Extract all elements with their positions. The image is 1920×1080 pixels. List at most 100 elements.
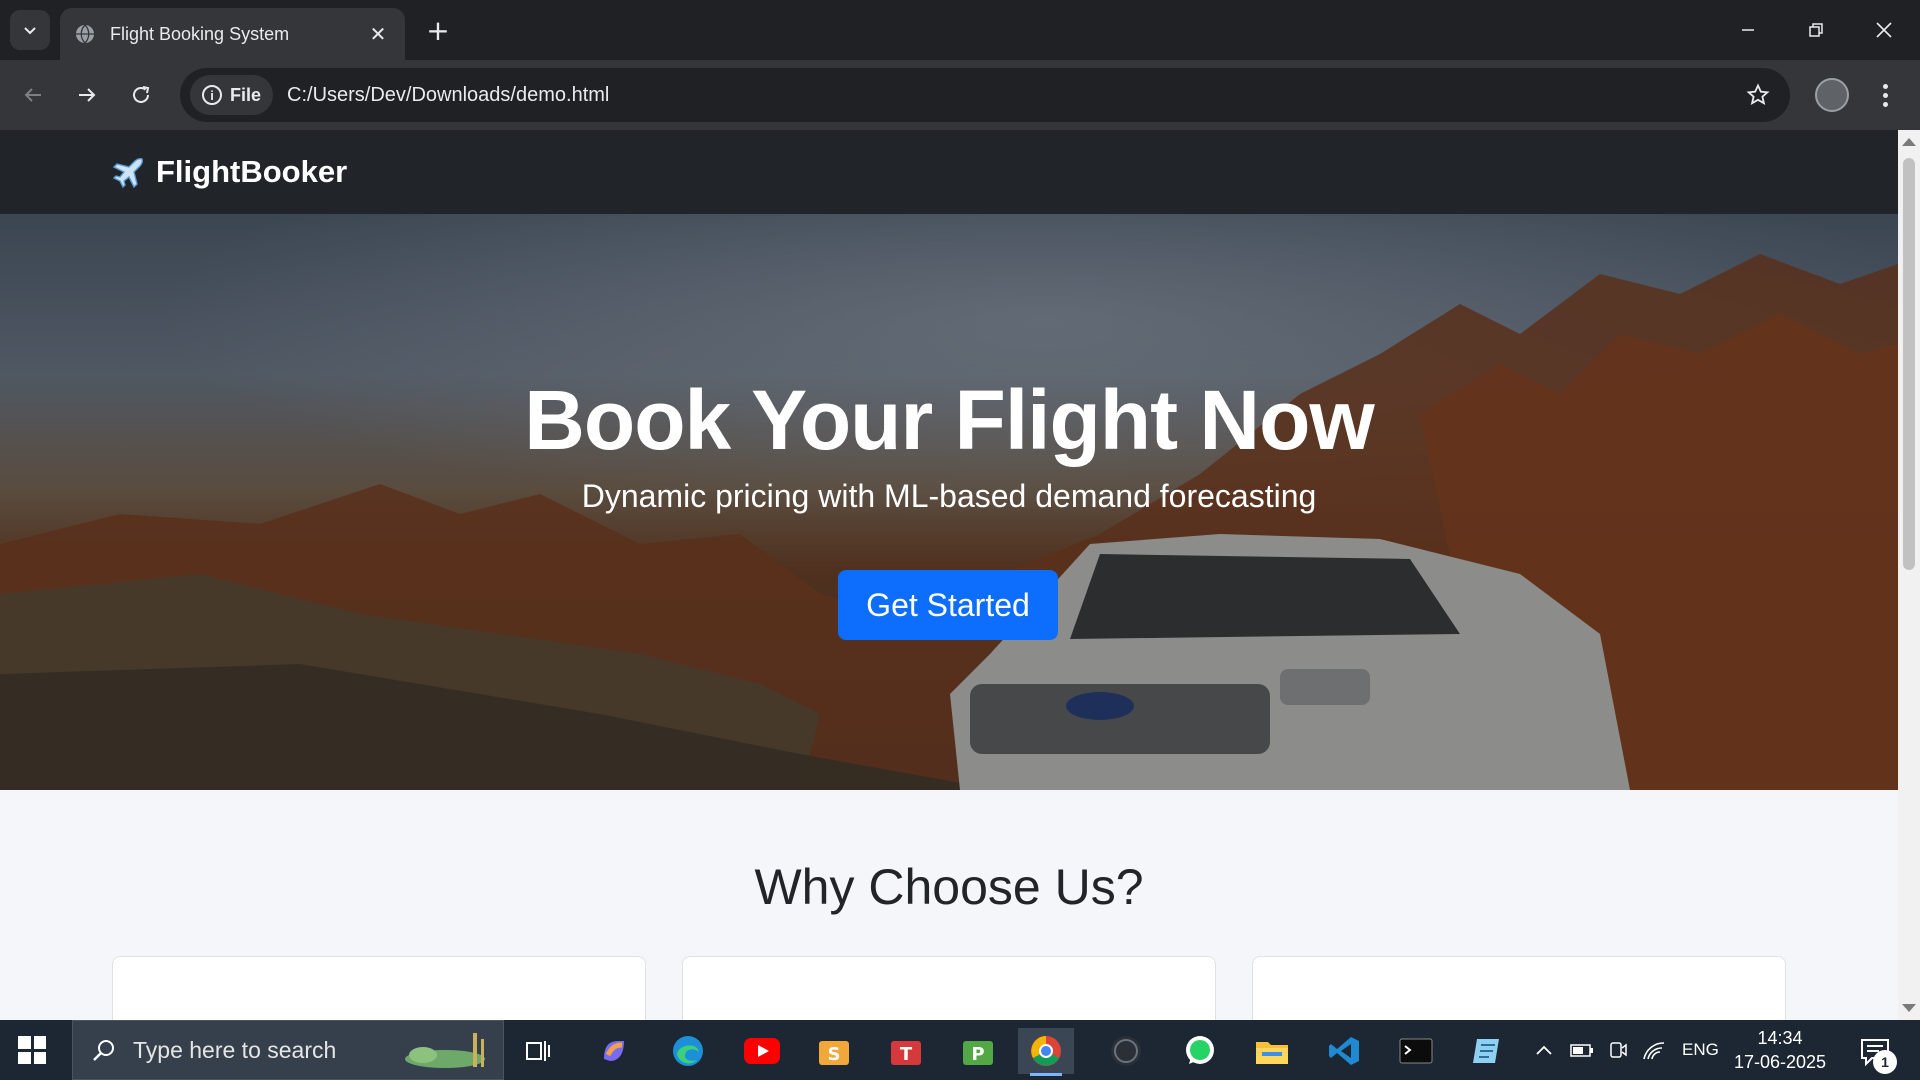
- clock-time: 14:34: [1757, 1028, 1803, 1048]
- start-tile: [33, 1036, 46, 1049]
- close-icon: [1876, 22, 1892, 38]
- vscode-icon: [1329, 1037, 1359, 1065]
- taskbar-file-explorer[interactable]: [1244, 1028, 1300, 1074]
- profile-avatar[interactable]: [1815, 78, 1849, 112]
- url-text[interactable]: C:/Users/Dev/Downloads/demo.html: [287, 84, 1738, 107]
- taskbar-youtube[interactable]: [734, 1028, 790, 1074]
- hero-subtitle: Dynamic pricing with ML-based demand for…: [581, 478, 1317, 514]
- page-viewport: FlightBooker Book Your Flight Now Dynami…: [0, 130, 1898, 1020]
- browser-toolbar: i File C:/Users/Dev/Downloads/demo.html: [0, 60, 1920, 130]
- bookmark-star-button[interactable]: [1738, 75, 1778, 115]
- search-placeholder: Type here to search: [133, 1036, 337, 1063]
- youtube-icon: [744, 1038, 780, 1064]
- taskbar-clock[interactable]: 14:34 17-06-2025: [1720, 1026, 1840, 1074]
- start-tile: [18, 1051, 31, 1064]
- windows-start-button[interactable]: [18, 1036, 46, 1064]
- reload-button[interactable]: [120, 74, 162, 116]
- dot: [1882, 92, 1888, 98]
- svg-text:T: T: [900, 1044, 913, 1065]
- arrow-left-icon: [24, 88, 41, 102]
- battery-icon[interactable]: [1570, 1040, 1594, 1060]
- search-icon: [93, 1040, 114, 1061]
- back-button[interactable]: [12, 74, 54, 116]
- star-icon: [1746, 83, 1770, 106]
- globe-icon: [76, 24, 94, 44]
- minimize-icon: [1742, 29, 1754, 31]
- tab-search-button[interactable]: [10, 10, 50, 50]
- scroll-thumb[interactable]: [1903, 158, 1915, 570]
- site-brand[interactable]: FlightBooker: [112, 154, 347, 190]
- browser-menu-button[interactable]: [1870, 74, 1900, 116]
- wordpress-icon: [1111, 1036, 1141, 1066]
- shopping-app-icon: S: [819, 1041, 849, 1065]
- taskbar-vscode[interactable]: [1316, 1028, 1372, 1074]
- t-app-icon: T: [891, 1041, 921, 1065]
- search-highlight-image: [405, 1033, 485, 1068]
- page-scrollbar[interactable]: [1898, 130, 1920, 1020]
- language-indicator[interactable]: ENG: [1682, 1040, 1719, 1060]
- site-navbar: FlightBooker: [0, 130, 1898, 214]
- notification-count-badge: 1: [1873, 1050, 1897, 1074]
- active-indicator: [1030, 1073, 1062, 1076]
- feature-card: [112, 956, 646, 1020]
- p-app-icon: P: [963, 1041, 993, 1065]
- meet-now-icon[interactable]: [1608, 1039, 1628, 1061]
- minimize-button[interactable]: [1718, 8, 1778, 52]
- site-info-chip[interactable]: i File: [190, 75, 274, 115]
- taskbar-chrome[interactable]: [1018, 1028, 1074, 1076]
- task-view-icon: [526, 1041, 550, 1061]
- close-window-button[interactable]: [1854, 8, 1914, 52]
- taskbar-whatsapp[interactable]: [1172, 1028, 1228, 1074]
- feature-card: [1252, 956, 1786, 1020]
- chrome-icon: [1031, 1036, 1061, 1066]
- taskbar-notepad[interactable]: [1460, 1028, 1516, 1074]
- taskbar-terminal[interactable]: [1388, 1028, 1444, 1074]
- edge-icon: [673, 1036, 703, 1066]
- taskbar-search[interactable]: Type here to search: [72, 1020, 504, 1080]
- tab-close-icon[interactable]: ✕: [365, 22, 391, 46]
- brand-name: FlightBooker: [156, 154, 348, 189]
- new-tab-button[interactable]: +: [420, 12, 456, 48]
- taskbar-store-s-app[interactable]: S: [806, 1028, 862, 1074]
- dot: [1882, 83, 1888, 89]
- dot: [1882, 101, 1888, 107]
- info-icon: i: [202, 85, 222, 105]
- tab-title: Flight Booking System: [110, 23, 290, 44]
- start-tile: [18, 1036, 31, 1049]
- whatsapp-icon: [1186, 1036, 1214, 1064]
- browser-tab[interactable]: Flight Booking System ✕: [60, 8, 405, 60]
- windows-taskbar: Type here to search S T P ENG 14:34 17-0…: [0, 1020, 1920, 1080]
- get-started-button[interactable]: Get Started: [838, 570, 1058, 640]
- taskbar-t-app[interactable]: T: [878, 1028, 934, 1074]
- taskbar-task-view[interactable]: [510, 1028, 566, 1074]
- section-title: Why Choose Us?: [754, 859, 1144, 915]
- copilot-icon: [604, 1041, 624, 1061]
- taskbar-edge[interactable]: [660, 1028, 716, 1074]
- chevron-down-icon: [24, 27, 36, 35]
- scroll-down-arrow[interactable]: [1902, 1004, 1916, 1012]
- start-tile: [33, 1051, 46, 1064]
- scroll-up-arrow[interactable]: [1902, 138, 1916, 146]
- folder-icon: [1256, 1042, 1288, 1064]
- terminal-icon: [1399, 1038, 1433, 1064]
- forward-button[interactable]: [66, 74, 108, 116]
- address-bar[interactable]: i File C:/Users/Dev/Downloads/demo.html: [180, 68, 1790, 122]
- svg-text:P: P: [971, 1044, 984, 1065]
- restore-button[interactable]: [1786, 8, 1846, 52]
- taskbar-p-app[interactable]: P: [950, 1028, 1006, 1074]
- hero-section: Book Your Flight Now Dynamic pricing wit…: [0, 214, 1898, 790]
- notepad-icon: [1473, 1039, 1499, 1063]
- arrow-right-icon: [79, 88, 96, 102]
- site-info-label: File: [230, 84, 262, 105]
- browser-titlebar: Flight Booking System ✕ +: [0, 0, 1920, 60]
- svg-text:S: S: [828, 1044, 841, 1065]
- hero-title: Book Your Flight Now: [524, 373, 1375, 467]
- reload-icon: [133, 86, 150, 103]
- taskbar-wordpress[interactable]: [1098, 1028, 1154, 1074]
- system-tray: ENG: [1534, 1020, 1719, 1080]
- clock-date: 17-06-2025: [1733, 1052, 1827, 1072]
- chevron-up-icon[interactable]: [1534, 1040, 1554, 1060]
- feature-card: [682, 956, 1216, 1020]
- wifi-icon[interactable]: [1642, 1039, 1666, 1061]
- taskbar-copilot[interactable]: [586, 1028, 642, 1074]
